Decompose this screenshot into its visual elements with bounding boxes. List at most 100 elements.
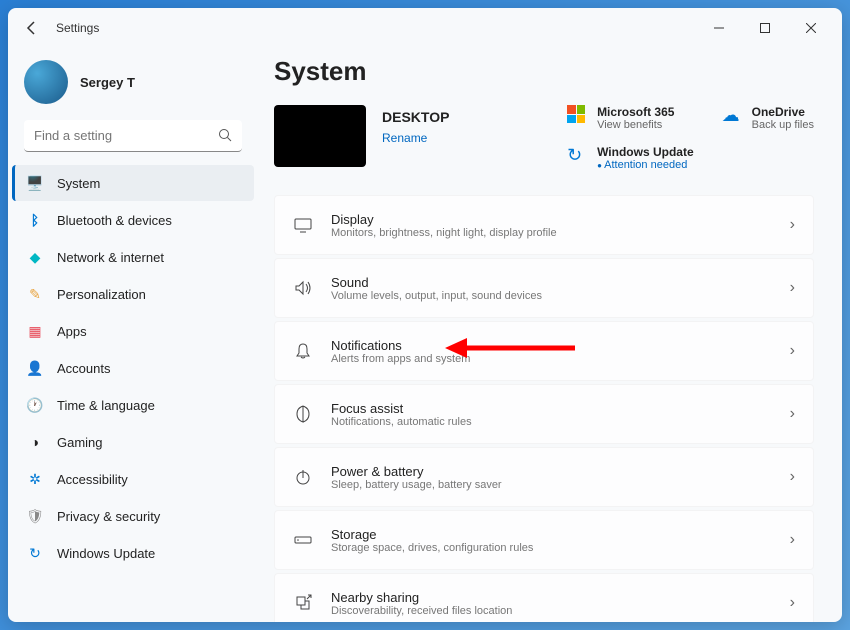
chevron-right-icon: › [790, 279, 795, 297]
nav-label: Apps [57, 324, 87, 339]
storage-icon [293, 530, 313, 550]
setting-sub: Volume levels, output, input, sound devi… [331, 290, 772, 302]
sidebar-item-personalization[interactable]: ✎Personalization [12, 276, 254, 312]
rename-link[interactable]: Rename [382, 131, 449, 145]
setting-sub: Alerts from apps and system [331, 353, 772, 365]
accounts-icon: 👤 [27, 360, 43, 376]
setting-sub: Notifications, automatic rules [331, 416, 772, 428]
setting-sub: Discoverability, received files location [331, 605, 772, 617]
promo-sub: Attention needed [597, 159, 694, 171]
promo-sub: View benefits [597, 119, 674, 131]
avatar [24, 60, 68, 104]
nav-label: Accounts [57, 361, 110, 376]
nav-list: 🖥️ System ᛒBluetooth & devices ◆ Network &… [8, 164, 258, 572]
search-wrap [24, 120, 242, 152]
device-thumbnail [274, 105, 366, 167]
titlebar: Settings [8, 8, 842, 48]
sidebar-item-gaming[interactable]: ◑ Gaming [12, 424, 254, 460]
setting-sub: Storage space, drives, configuration rul… [331, 542, 772, 554]
sidebar-item-accessibility[interactable]: ✲ Accessibility [12, 461, 254, 497]
setting-notifications[interactable]: NotificationsAlerts from apps and system… [274, 321, 814, 381]
sound-icon [293, 278, 313, 298]
back-button[interactable] [16, 12, 48, 44]
nav-label: Gaming [57, 435, 103, 450]
sidebar-item-privacy[interactable]: 🛡Privacy & security [12, 498, 254, 534]
minimize-button[interactable] [696, 12, 742, 44]
network-icon: ◆ [27, 249, 43, 265]
window-controls [696, 12, 834, 44]
settings-window: Settings Sergey T 🖥️ System ᛒBluetooth & … [8, 8, 842, 622]
windows-update-icon: ↻ [567, 145, 587, 165]
privacy-icon: 🛡 [27, 508, 43, 524]
promo-update[interactable]: ↻ Windows UpdateAttention needed [567, 145, 694, 171]
setting-title: Display [331, 212, 772, 227]
display-icon [293, 215, 313, 235]
sidebar: Sergey T 🖥️ System ᛒBluetooth & devices ◆… [8, 48, 258, 622]
focus-icon [293, 404, 313, 424]
chevron-right-icon: › [790, 342, 795, 360]
device-card: DESKTOP Rename [274, 105, 449, 171]
main-content: System DESKTOP Rename Microsoft 365View … [258, 48, 842, 622]
setting-list: DisplayMonitors, brightness, night light… [274, 195, 814, 622]
setting-sub: Monitors, brightness, night light, displ… [331, 227, 772, 239]
nav-label: Network & internet [57, 250, 164, 265]
chevron-right-icon: › [790, 531, 795, 549]
gaming-icon: ◑ [27, 434, 43, 450]
search-input[interactable] [24, 120, 242, 152]
apps-icon: ▦ [27, 323, 43, 339]
device-name: DESKTOP [382, 109, 449, 125]
promo-sub: Back up files [752, 119, 814, 131]
system-icon: 🖥️ [27, 175, 43, 191]
ms365-icon [567, 105, 587, 125]
nav-label: System [57, 176, 100, 191]
sidebar-item-system[interactable]: 🖥️ System [12, 165, 254, 201]
promo-title: Microsoft 365 [597, 105, 674, 119]
setting-title: Power & battery [331, 464, 772, 479]
sidebar-item-network[interactable]: ◆ Network & internet [12, 239, 254, 275]
update-icon: ↻ [27, 545, 43, 561]
setting-nearby[interactable]: Nearby sharingDiscoverability, received … [274, 573, 814, 622]
maximize-button[interactable] [742, 12, 788, 44]
close-button[interactable] [788, 12, 834, 44]
setting-display[interactable]: DisplayMonitors, brightness, night light… [274, 195, 814, 255]
nav-label: Time & language [57, 398, 155, 413]
chevron-right-icon: › [790, 594, 795, 612]
setting-title: Storage [331, 527, 772, 542]
time-icon: 🕐 [27, 397, 43, 413]
setting-storage[interactable]: StorageStorage space, drives, configurat… [274, 510, 814, 570]
chevron-right-icon: › [790, 405, 795, 423]
setting-sub: Sleep, battery usage, battery saver [331, 479, 772, 491]
nav-label: Bluetooth & devices [57, 213, 172, 228]
nav-label: Windows Update [57, 546, 155, 561]
nav-label: Personalization [57, 287, 146, 302]
user-name: Sergey T [80, 75, 135, 90]
sidebar-item-time[interactable]: 🕐 Time & language [12, 387, 254, 423]
accessibility-icon: ✲ [27, 471, 43, 487]
setting-title: Notifications [331, 338, 772, 353]
user-row[interactable]: Sergey T [8, 56, 258, 120]
window-title: Settings [56, 21, 99, 35]
setting-title: Focus assist [331, 401, 772, 416]
setting-title: Sound [331, 275, 772, 290]
sidebar-item-bluetooth[interactable]: ᛒBluetooth & devices [12, 202, 254, 238]
promo-cards: Microsoft 365View benefits ↻ Windows Upd… [567, 105, 814, 171]
chevron-right-icon: › [790, 468, 795, 486]
promo-title: OneDrive [752, 105, 814, 119]
back-arrow-icon [24, 20, 40, 36]
nav-label: Accessibility [57, 472, 128, 487]
sidebar-item-apps[interactable]: ▦ Apps [12, 313, 254, 349]
device-info: DESKTOP Rename [382, 105, 449, 145]
sidebar-item-update[interactable]: ↻ Windows Update [12, 535, 254, 571]
setting-sound[interactable]: SoundVolume levels, output, input, sound… [274, 258, 814, 318]
promo-ms365[interactable]: Microsoft 365View benefits [567, 105, 694, 131]
header-row: DESKTOP Rename Microsoft 365View benefit… [274, 105, 814, 171]
promo-onedrive[interactable]: ☁ OneDriveBack up files [722, 105, 814, 171]
chevron-right-icon: › [790, 216, 795, 234]
setting-power[interactable]: Power & batterySleep, battery usage, bat… [274, 447, 814, 507]
sidebar-item-accounts[interactable]: 👤 Accounts [12, 350, 254, 386]
promo-title: Windows Update [597, 145, 694, 159]
setting-title: Nearby sharing [331, 590, 772, 605]
power-icon [293, 467, 313, 487]
onedrive-icon: ☁ [722, 105, 742, 125]
setting-focus[interactable]: Focus assistNotifications, automatic rul… [274, 384, 814, 444]
